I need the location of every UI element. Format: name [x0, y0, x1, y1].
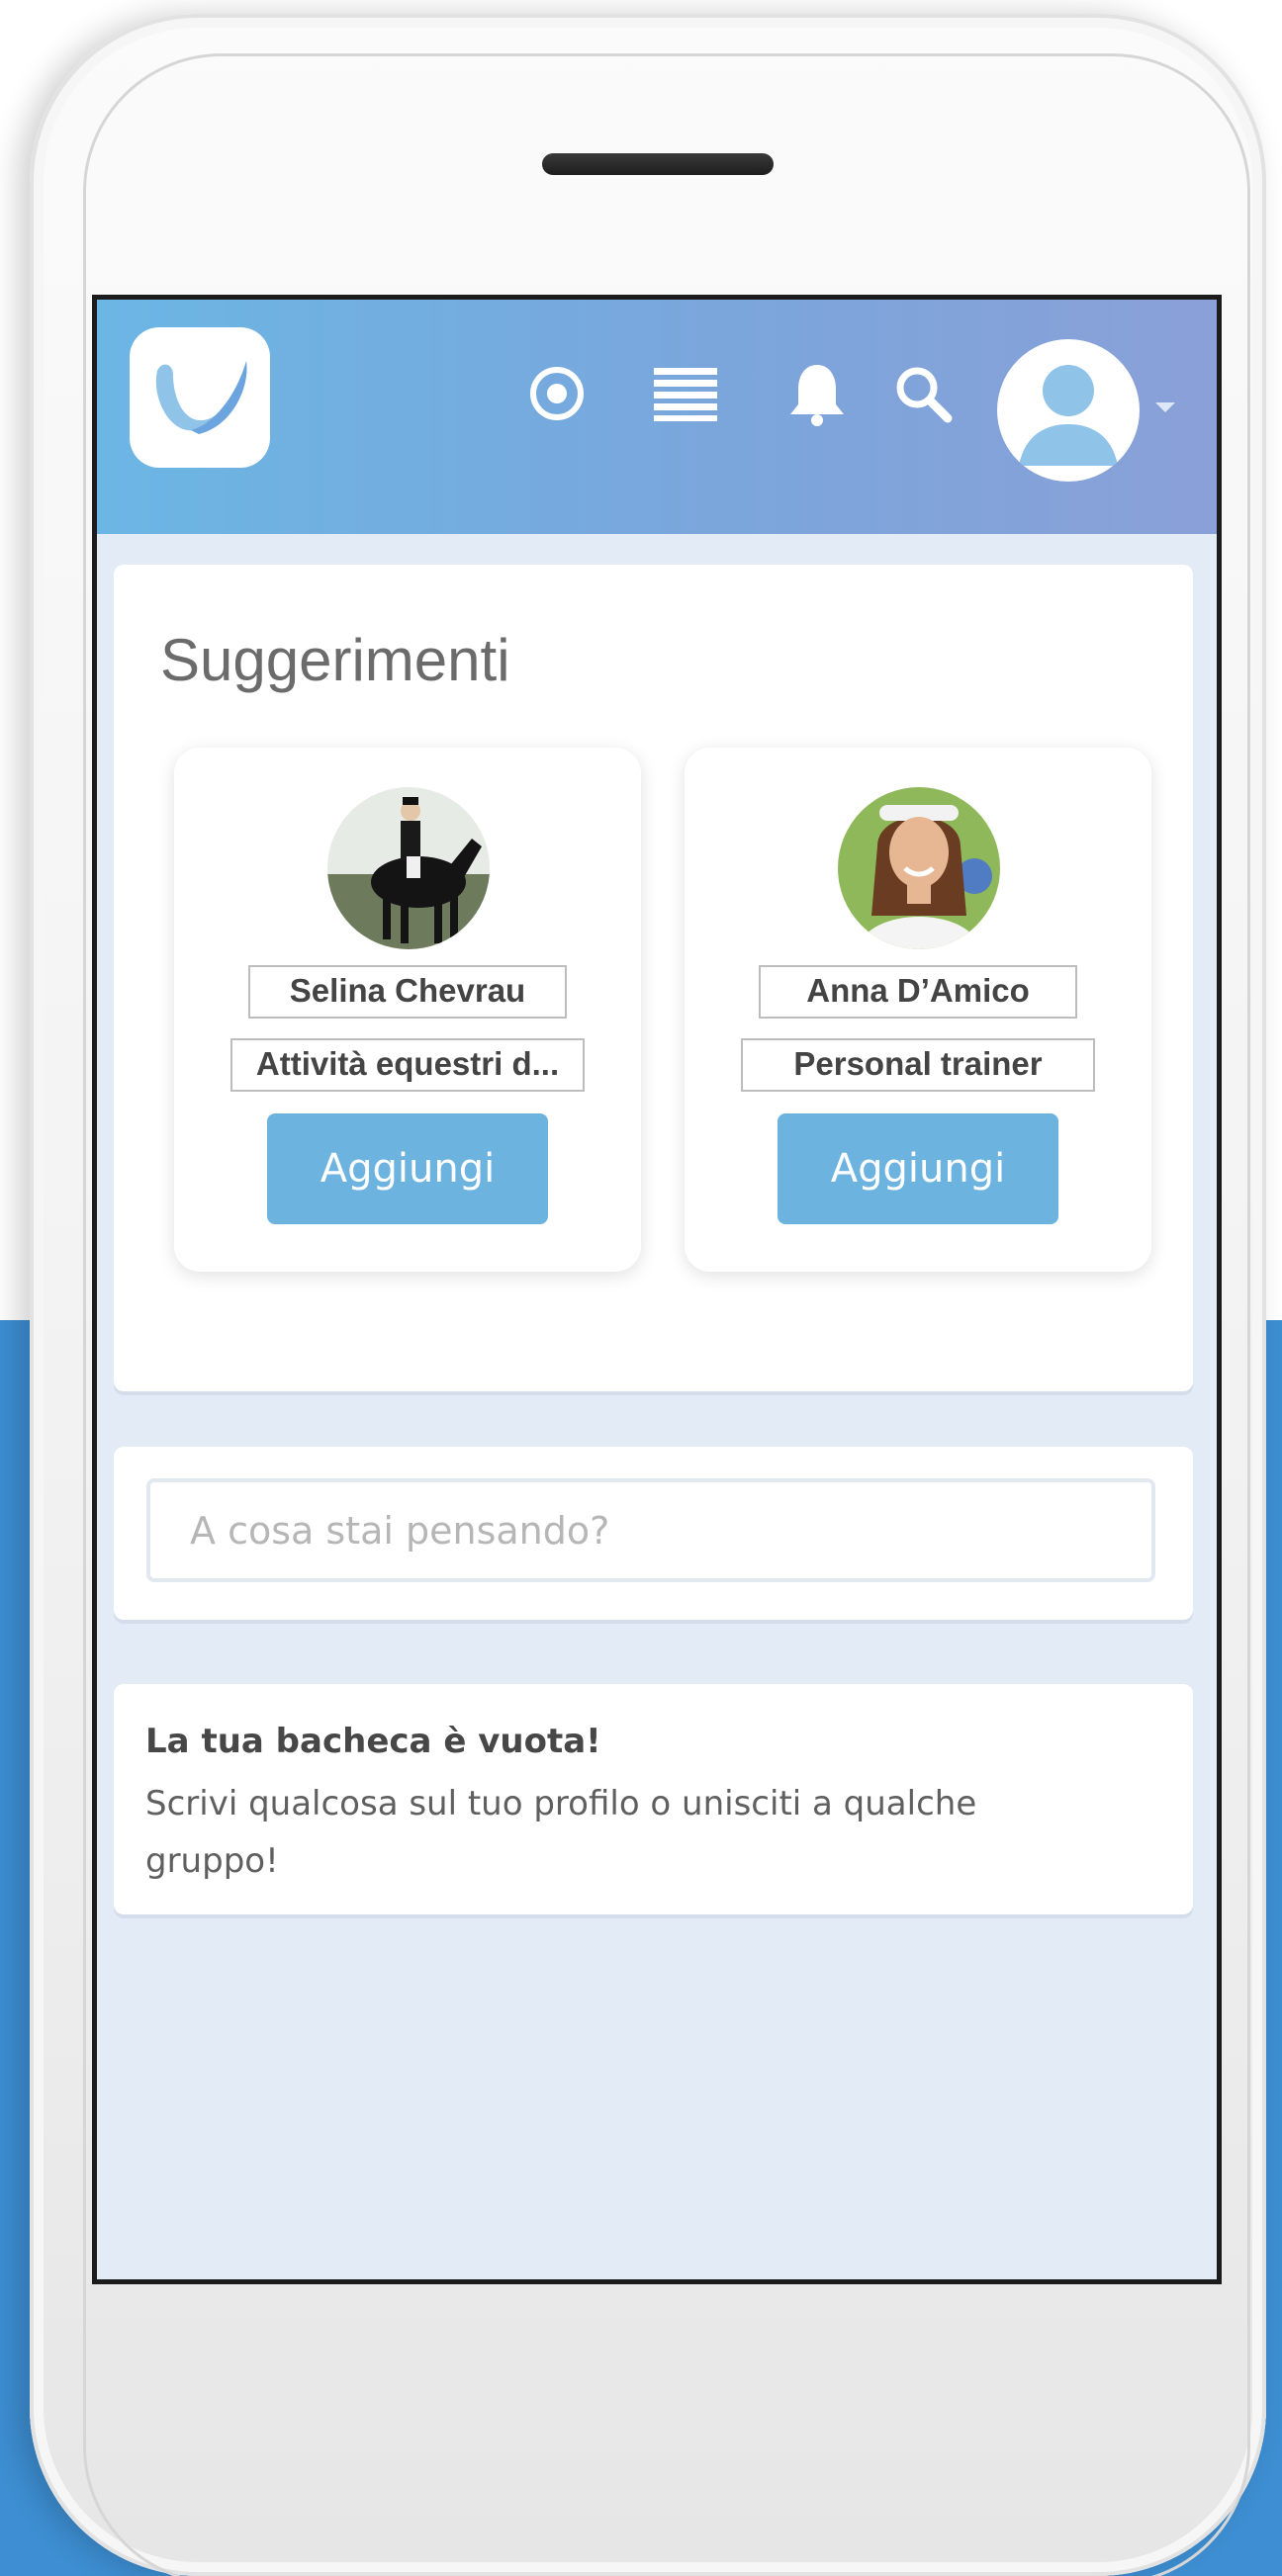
phone-speaker: [542, 153, 774, 175]
app-screen: Suggerimenti Selina Chevrau Attività equ…: [92, 295, 1222, 2284]
post-input[interactable]: [146, 1478, 1155, 1582]
caret-down-icon[interactable]: [1155, 402, 1175, 412]
target-icon[interactable]: [522, 359, 592, 428]
woman-portrait-photo[interactable]: [838, 787, 1000, 949]
empty-feed-text: Scrivi qualcosa sul tuo profilo o unisci…: [145, 1784, 977, 1881]
suggestion-name[interactable]: Anna D’Amico: [759, 965, 1077, 1019]
app-header: [97, 300, 1217, 534]
add-friend-button[interactable]: Aggiungi: [778, 1113, 1058, 1224]
post-composer-panel: [114, 1447, 1193, 1620]
suggestions-panel: Suggerimenti Selina Chevrau Attività equ…: [114, 565, 1193, 1391]
page-backdrop: Suggerimenti Selina Chevrau Attività equ…: [0, 0, 1282, 2576]
bell-icon[interactable]: [782, 359, 852, 428]
suggestion-name[interactable]: Selina Chevrau: [248, 965, 567, 1019]
empty-feed-panel: La tua bacheca è vuota! Scrivi qualcosa …: [114, 1684, 1193, 1914]
add-friend-button[interactable]: Aggiungi: [267, 1113, 548, 1224]
suggestion-subtitle: Personal trainer: [741, 1038, 1095, 1092]
search-icon[interactable]: [888, 359, 958, 428]
list-icon[interactable]: [651, 359, 720, 428]
empty-feed-title: La tua bacheca è vuota!: [145, 1722, 601, 1761]
user-avatar-icon[interactable]: [997, 339, 1140, 482]
suggestion-card: Selina Chevrau Attività equestri d... Ag…: [174, 748, 641, 1272]
brand-logo-icon[interactable]: [130, 327, 270, 468]
suggestion-card: Anna D’Amico Personal trainer Aggiungi: [685, 748, 1151, 1272]
rider-on-horse-photo[interactable]: [327, 787, 490, 949]
suggestion-subtitle: Attività equestri d...: [230, 1038, 585, 1092]
suggestions-title: Suggerimenti: [160, 627, 510, 693]
